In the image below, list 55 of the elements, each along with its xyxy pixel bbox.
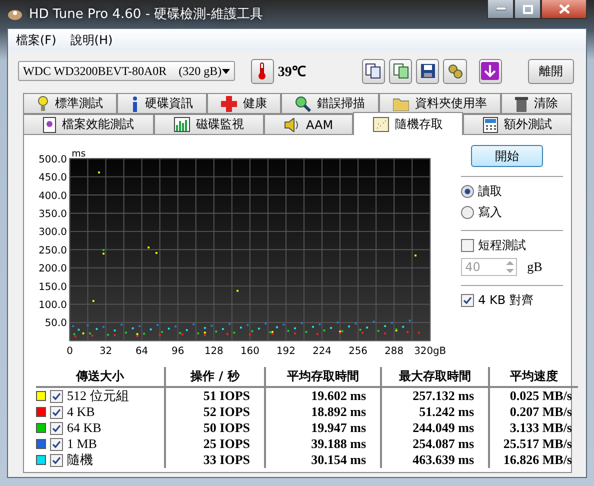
table-cell: 33 IOPS [164, 452, 264, 468]
axis-label: 64 [136, 346, 148, 357]
unit-label: gB [527, 259, 542, 275]
table-cell: 257.132 ms [380, 388, 488, 404]
axis-label: 128 [204, 346, 224, 357]
axis-label: 256 [348, 346, 368, 357]
column-header: 最大存取時間 [380, 367, 488, 388]
table-cell: 19.602 ms [264, 388, 380, 404]
size-label: 1 MB [67, 436, 97, 452]
axis-label: 400.0 [38, 190, 67, 202]
axis-label: 192 [276, 346, 296, 357]
column-header: 操作 / 秒 [164, 367, 264, 388]
axis-label: 96 [172, 346, 184, 357]
axis-title: ms [72, 148, 86, 160]
axis-label: 250.0 [38, 245, 67, 256]
table-cell: 19.947 ms [264, 420, 380, 436]
size-label: 512 位元組 [67, 387, 129, 405]
table-cell: 463.639 ms [380, 452, 488, 468]
table-cell: 254.087 ms [380, 436, 488, 452]
axis-label: 32 [99, 346, 112, 357]
table-cell: 0.025 MB/s [488, 388, 578, 404]
table-cell: 25 IOPS [164, 436, 264, 452]
table-cell: 39.188 ms [264, 436, 380, 452]
axis-label: 160 [240, 346, 260, 357]
table-cell: 244.049 ms [380, 420, 488, 436]
axis-label: 320gB [414, 346, 446, 357]
axis-label: 500.0 [38, 154, 67, 166]
table-cell: 18.892 ms [264, 404, 380, 420]
table-cell: 16.826 MB/s [488, 452, 578, 468]
table-cell: 25.517 MB/s [488, 436, 578, 452]
axis-label: 200.0 [38, 264, 67, 275]
table-cell: 50 IOPS [164, 420, 264, 436]
table-cell: 0.207 MB/s [488, 404, 578, 420]
axis-label: 0 [66, 346, 73, 357]
temperature-reading: 39℃ [278, 64, 306, 81]
axis-label: 300.0 [38, 227, 67, 238]
axis-label: 224 [312, 346, 332, 357]
table-cell: 51 IOPS [164, 388, 264, 404]
size-label: 4 KB [67, 404, 95, 420]
size-label: 64 KB [67, 420, 102, 436]
column-header: 平均存取時間 [264, 367, 380, 388]
axis-label: 100.0 [38, 300, 67, 312]
window-title: HD Tune Pro 4.60 - 硬碟檢測-維護工具 [29, 6, 263, 23]
table-cell: 52 IOPS [164, 404, 264, 420]
axis-label: 450.0 [38, 172, 67, 184]
axis-label: 150.0 [38, 282, 67, 293]
size-label: 隨機 [67, 451, 93, 469]
axis-label: 288 [384, 346, 404, 357]
table-cell: 51.242 ms [380, 404, 488, 420]
column-header: 平均速度 [488, 367, 578, 388]
axis-label: 350.0 [38, 209, 67, 220]
table-cell: 3.133 MB/s [488, 420, 578, 436]
axis-label: 50.0 [44, 318, 67, 330]
table-cell: 30.154 ms [264, 452, 380, 468]
column-header: 傳送大小 [36, 367, 164, 388]
